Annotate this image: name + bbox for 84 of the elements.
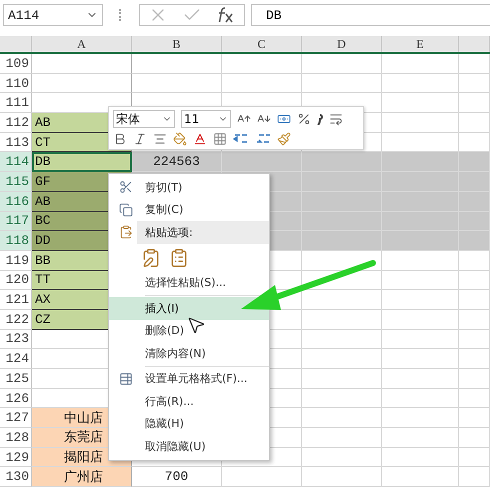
table-cell <box>459 330 490 350</box>
row-header[interactable]: 111 <box>0 93 32 114</box>
clipboard-icon[interactable] <box>119 225 133 240</box>
table-cell <box>459 369 490 389</box>
align-icon[interactable] <box>153 132 167 146</box>
menu-item[interactable]: 清除内容(N) <box>109 342 269 364</box>
column-header[interactable]: E <box>382 36 459 52</box>
table-cell: 224563 <box>132 152 222 172</box>
table-cell <box>459 54 490 74</box>
row-header[interactable]: 118 <box>0 231 32 251</box>
table-cell <box>459 74 490 94</box>
table-cell <box>459 113 490 133</box>
row-header[interactable]: 116 <box>0 192 32 212</box>
money-icon[interactable] <box>277 112 291 126</box>
format-painter-icon[interactable] <box>277 132 291 146</box>
column-header[interactable]: A <box>32 36 132 52</box>
row-header[interactable]: 115 <box>0 172 32 192</box>
copy-icon[interactable] <box>119 202 133 217</box>
name-box[interactable]: A114 <box>3 4 103 26</box>
bold-icon[interactable] <box>113 132 127 146</box>
table-cell <box>459 448 490 468</box>
table-cell <box>459 408 490 428</box>
table-cell <box>459 349 490 369</box>
paste-values-icon[interactable] <box>169 248 189 268</box>
font-size-dropdown[interactable]: 11 <box>181 110 231 128</box>
column-header[interactable]: D <box>302 36 382 52</box>
decimal-increase-icon[interactable] <box>233 132 249 146</box>
percent-icon[interactable] <box>297 112 311 126</box>
menu-item[interactable]: 设置单元格格式(F)... <box>109 368 269 390</box>
menu-section-header: 粘贴选项: <box>137 221 269 244</box>
column-header[interactable]: C <box>222 36 302 52</box>
row-header[interactable]: 119 <box>0 250 32 271</box>
row-header[interactable]: 122 <box>0 310 32 330</box>
table-cell <box>459 270 490 290</box>
menu-item[interactable]: 复制(C) <box>109 198 269 221</box>
grip-icon <box>119 9 123 21</box>
font-dropdown[interactable]: 宋体 <box>113 110 175 128</box>
menu-item[interactable]: 选择性粘贴(S)... <box>109 272 269 294</box>
menu-item[interactable]: 删除(D) <box>109 320 269 342</box>
scissors-icon[interactable] <box>119 180 133 194</box>
mouse-cursor-icon <box>186 315 206 335</box>
comma-icon[interactable] <box>317 113 323 125</box>
table-cell <box>459 290 490 310</box>
table-cell <box>459 388 490 408</box>
font-color-icon[interactable] <box>193 132 207 146</box>
decimal-decrease-icon[interactable] <box>255 132 271 146</box>
row-header[interactable]: 117 <box>0 212 32 232</box>
row-header[interactable]: 109 <box>0 54 32 74</box>
table-cell <box>459 428 490 448</box>
row-header[interactable]: 130 <box>0 467 32 488</box>
row-header[interactable]: 125 <box>0 369 32 389</box>
fill-color-icon[interactable] <box>173 132 187 146</box>
table-cell <box>459 310 490 330</box>
menu-item[interactable]: 行高(R)... <box>109 390 269 412</box>
table-cell: 广州店 <box>32 467 132 488</box>
table-cell <box>459 152 490 172</box>
column-header[interactable]: B <box>132 36 222 52</box>
row-header[interactable]: 110 <box>0 74 32 94</box>
border-icon[interactable] <box>213 132 227 146</box>
table-cell <box>459 93 490 114</box>
table-cell <box>459 250 490 271</box>
row-header[interactable]: 114 <box>0 152 32 172</box>
table-icon[interactable] <box>119 372 133 386</box>
wrap-icon[interactable] <box>329 112 343 126</box>
table-cell: 700 <box>132 467 222 488</box>
row-header[interactable]: 129 <box>0 448 32 468</box>
row-header[interactable]: 121 <box>0 290 32 310</box>
row-header[interactable]: 128 <box>0 428 32 448</box>
formula-field[interactable]: DB <box>251 4 490 26</box>
row-header[interactable]: 123 <box>0 330 32 350</box>
paste-format-icon[interactable] <box>141 248 161 268</box>
table-cell: DB <box>32 152 132 172</box>
row-header[interactable]: 112 <box>0 113 32 133</box>
menu-item[interactable]: 剪切(T) <box>109 176 269 198</box>
italic-icon[interactable] <box>133 132 147 146</box>
row-header[interactable]: 124 <box>0 349 32 369</box>
table-cell <box>459 231 490 251</box>
table-cell <box>459 132 490 152</box>
row-header[interactable]: 126 <box>0 388 32 408</box>
row-header[interactable]: 127 <box>0 408 32 428</box>
menu-item[interactable]: 隐藏(H) <box>109 412 269 435</box>
menu-item[interactable]: 取消隐藏(U) <box>109 435 269 458</box>
row-header[interactable]: 120 <box>0 270 32 290</box>
row-header[interactable]: 113 <box>0 132 32 152</box>
